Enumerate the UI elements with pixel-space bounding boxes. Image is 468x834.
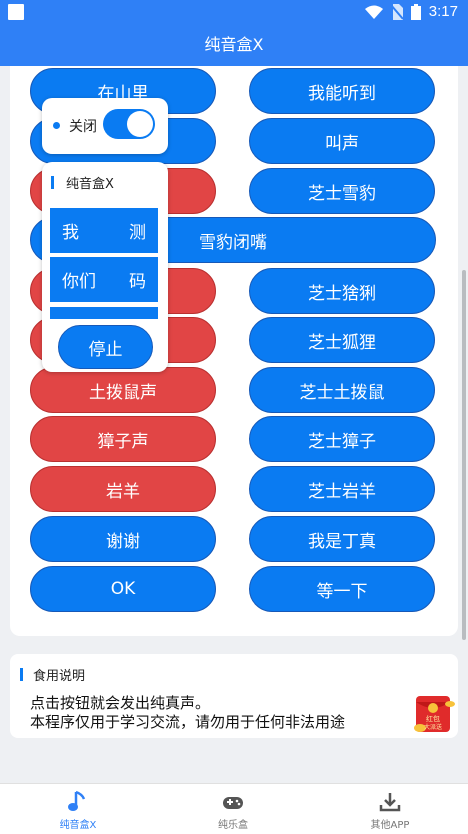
item-right-text: 码 [129,272,146,292]
notification-icon [8,4,24,20]
sound-button[interactable]: 芝士土拨鼠 [249,367,435,413]
tab-yuehe[interactable]: 纯乐盒 [173,784,293,834]
float-panel-title: 纯音盒X [66,177,114,192]
toggle-label: 关闭 [69,119,97,135]
sound-button[interactable]: 等一下 [249,566,435,612]
music-note-icon [68,790,86,811]
float-toggle-panel: 关闭 [42,98,168,154]
gamepad-icon [223,797,243,809]
sound-button[interactable]: 芝士獐子 [249,416,435,462]
sound-button[interactable]: 谢谢 [30,516,216,562]
status-bar: 3:17 [0,0,468,24]
tab-label: 纯乐盒 [218,820,248,831]
sound-button[interactable]: OK [30,566,216,612]
info-title: 食用说明 [33,669,86,684]
close-toggle-switch[interactable] [103,109,155,139]
scrollbar[interactable] [462,270,466,640]
float-panel: 纯音盒X 我 测 你们 码 停止 [42,162,168,372]
sound-button[interactable]: 叫声 [249,118,435,164]
battery-icon [410,3,421,20]
item-left-text: 我 [62,223,79,243]
no-sim-icon [390,3,403,20]
title-accent-bar [20,668,23,681]
info-line-2: 本程序仅用于学习交流，请勿用于任何非法用途 [30,713,346,731]
tab-label: 纯音盒X [59,820,97,831]
red-packet-icon[interactable]: 红包 大派送 [410,692,458,736]
title-accent-bar [51,176,54,189]
indicator-dot-icon [53,122,60,129]
sound-button[interactable]: 芝士雪豹 [249,168,435,214]
sound-button[interactable]: 我能听到 [249,68,435,114]
sound-button[interactable]: 芝士岩羊 [249,466,435,512]
float-panel-item[interactable]: 你们 码 [50,257,158,302]
usage-info-card: 食用说明 点击按钮就会发出纯真声。 本程序仅用于学习交流，请勿用于任何非法用途 [10,654,458,738]
item-left-text: 你们 [62,272,96,292]
download-icon [379,793,401,812]
tab-yinhe[interactable]: 纯音盒X [18,784,138,834]
tab-other-apps[interactable]: 其他APP [330,784,450,834]
app-title: 纯音盒X [0,24,468,66]
sound-button[interactable]: 岩羊 [30,466,216,512]
sound-button[interactable]: 土拨鼠声 [30,367,216,413]
bottom-tab-bar: 纯音盒X 纯乐盒 其他APP [0,783,468,834]
red-packet-line-2: 大派送 [424,723,442,731]
float-panel-item[interactable]: 我 测 [50,208,158,253]
info-line-1: 点击按钮就会发出纯真声。 [30,694,211,712]
sound-button[interactable]: 芝士猞猁 [249,268,435,314]
sound-button[interactable]: 獐子声 [30,416,216,462]
float-panel-item[interactable] [50,307,158,319]
sound-button[interactable]: 芝士狐狸 [249,317,435,363]
switch-knob [127,111,153,137]
stop-button[interactable]: 停止 [58,325,153,369]
red-packet-line-1: 红包 [426,714,440,723]
sound-button[interactable]: 我是丁真 [249,516,435,562]
clock: 3:17 [428,3,458,20]
tab-label: 其他APP [370,820,410,831]
wifi-icon [364,5,383,19]
item-right-text: 测 [129,223,146,243]
